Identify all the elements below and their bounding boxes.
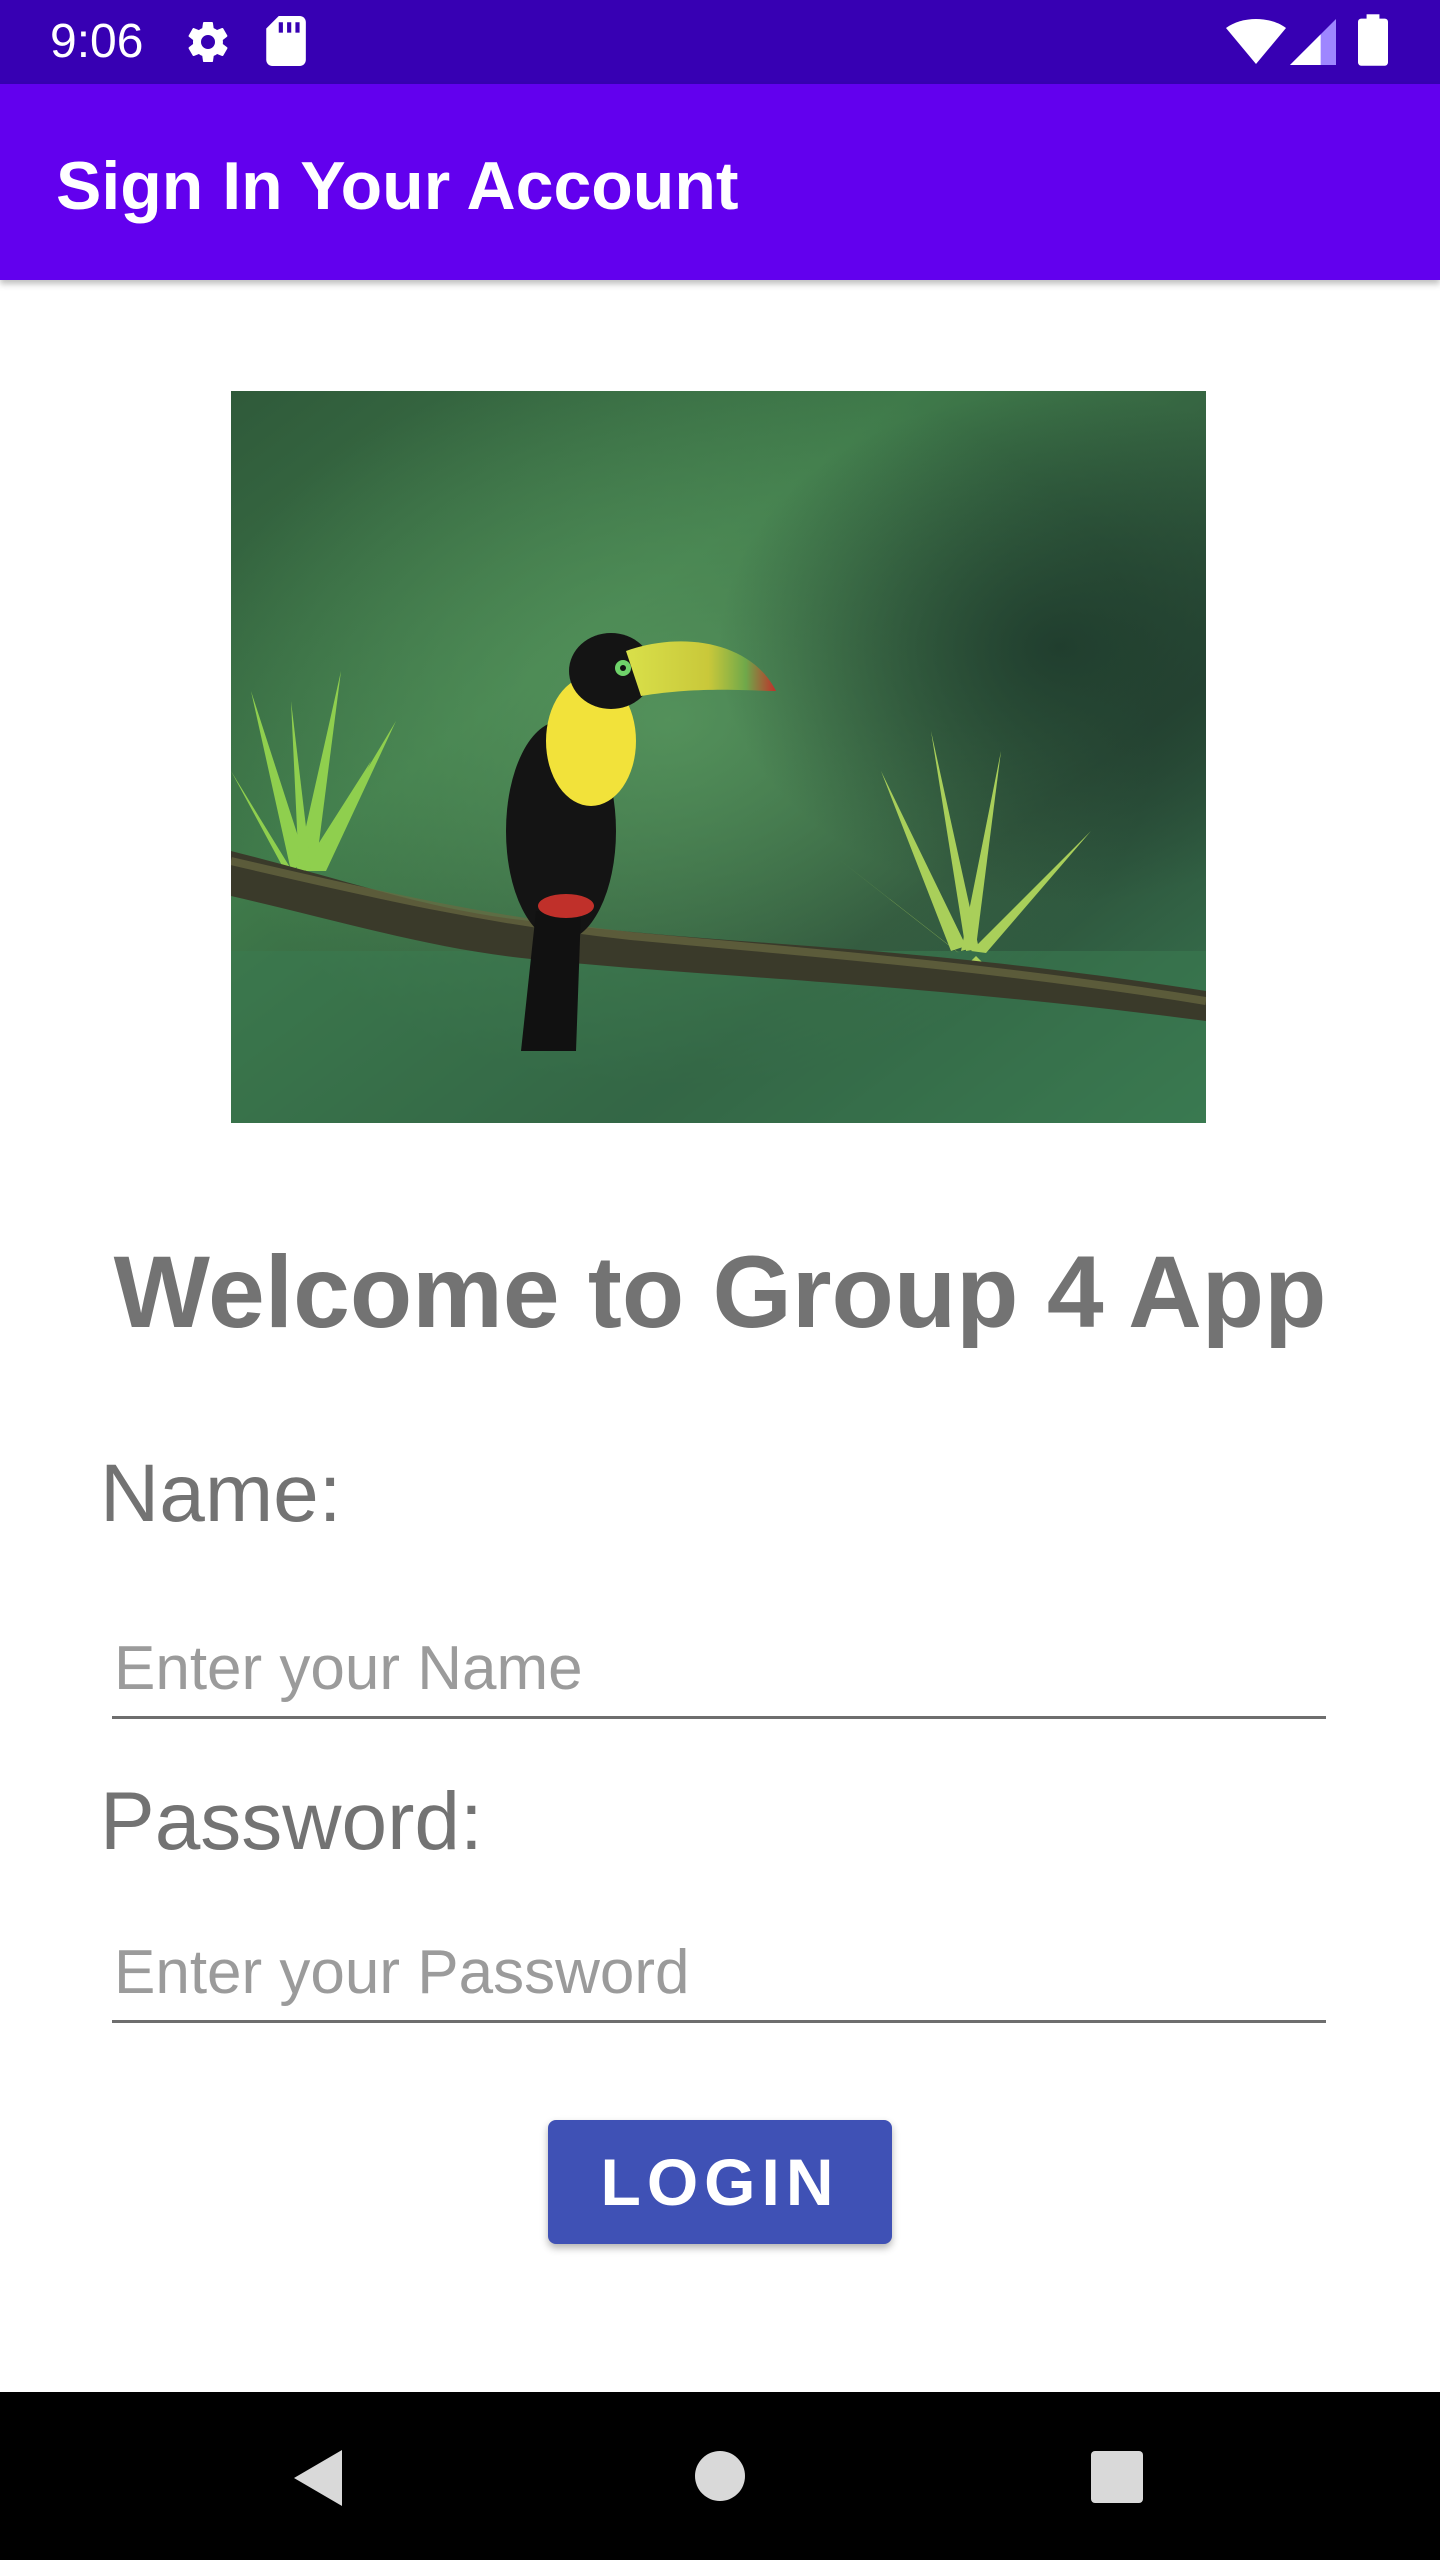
- back-icon[interactable]: [290, 2448, 346, 2508]
- screen: 9:06 Sign In Your Account Welcome to Gro…: [0, 0, 1440, 2560]
- password-label: Password:: [100, 1776, 483, 1867]
- password-input[interactable]: [112, 1924, 1326, 2023]
- name-label: Name:: [100, 1448, 342, 1539]
- sd-card-icon: [266, 16, 306, 66]
- login-button[interactable]: LOGIN: [548, 2120, 892, 2244]
- recents-icon[interactable]: [1090, 2450, 1144, 2504]
- battery-icon: [1358, 14, 1388, 66]
- app-bar: Sign In Your Account: [0, 84, 1440, 280]
- status-time: 9:06: [50, 15, 144, 68]
- app-title: Sign In Your Account: [56, 148, 739, 224]
- gear-icon: [188, 22, 228, 63]
- status-bar: 9:06: [0, 0, 1440, 84]
- welcome-heading: Welcome to Group 4 App: [113, 1235, 1327, 1349]
- name-input[interactable]: [112, 1620, 1326, 1719]
- home-icon[interactable]: [694, 2450, 746, 2502]
- wifi-icon: [1226, 19, 1286, 64]
- toucan-image: [231, 391, 1206, 1123]
- signal-icon: [1290, 19, 1336, 65]
